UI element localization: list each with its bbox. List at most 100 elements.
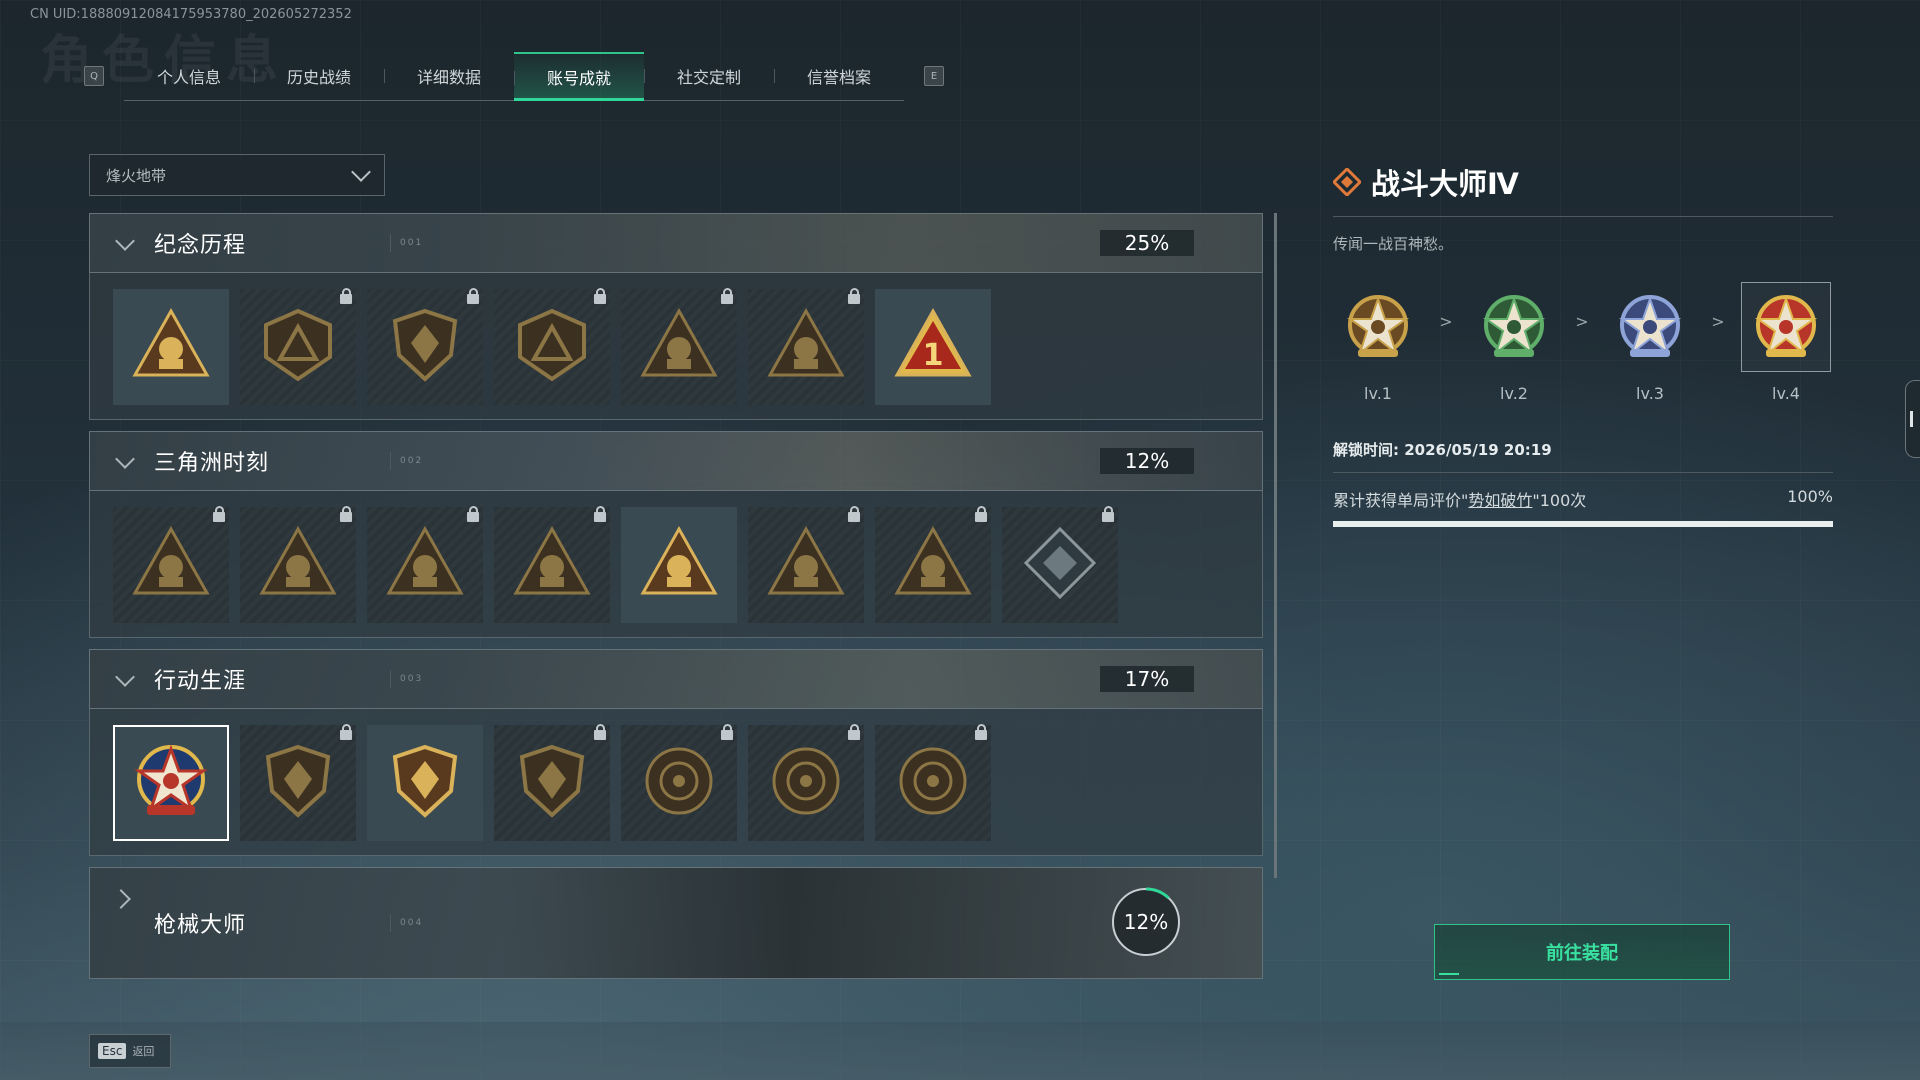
lock-icon	[848, 506, 860, 522]
delta-triangle-emblem-icon	[129, 303, 213, 391]
achievement-badge[interactable]	[494, 724, 610, 841]
achievement-badge[interactable]	[240, 506, 356, 623]
level-label: lv.4	[1772, 384, 1800, 403]
diamond-emblem-icon	[1333, 168, 1361, 196]
gem-triangle-icon	[510, 521, 594, 609]
detail-description: 传闻一战百神愁。	[1333, 235, 1454, 253]
achievement-badge[interactable]	[113, 289, 229, 405]
mode-dropdown-value: 烽火地带	[106, 166, 167, 185]
level-item[interactable]: lv.2	[1469, 282, 1559, 403]
backpack-triangle-icon	[129, 521, 213, 609]
tab-list: 个人信息 历史战绩 详细数据 账号成就 社交定制 信誉档案	[124, 51, 904, 101]
achievement-badge[interactable]	[621, 724, 737, 841]
achievement-category-list: 纪念历程 001 25% 1 三角洲时刻 002 12% 行动生涯 003 17% 枪械大师 004 1…	[89, 213, 1263, 990]
level-item[interactable]: lv.3	[1605, 282, 1695, 403]
requirement-suffix: "100次	[1532, 491, 1587, 510]
lock-icon	[467, 506, 479, 522]
achievement-section: 枪械大师 004 12%	[89, 867, 1263, 979]
achievement-badge[interactable]	[367, 725, 483, 841]
level-separator: >	[1575, 312, 1589, 331]
section-percent: 25%	[1100, 230, 1194, 256]
section-percent: 12%	[1123, 910, 1169, 934]
achievement-badge[interactable]	[494, 288, 610, 405]
level-item[interactable]: lv.1	[1333, 282, 1423, 403]
side-drawer-handle[interactable]	[1905, 380, 1920, 458]
mode-dropdown[interactable]: 烽火地带	[89, 154, 385, 196]
level-separator: >	[1711, 312, 1725, 331]
next-tab-key-hint[interactable]: E	[924, 66, 944, 86]
section-title: 纪念历程	[154, 233, 247, 258]
section-header[interactable]: 枪械大师 004 12%	[89, 867, 1263, 979]
achievement-badge[interactable]	[748, 506, 864, 623]
section-percent: 17%	[1100, 666, 1194, 692]
dragon-triangle-icon	[891, 521, 975, 609]
lock-icon	[340, 288, 352, 304]
list-scrollbar[interactable]	[1274, 213, 1277, 878]
level-star-badge-icon	[1469, 282, 1559, 372]
soldier-triangle-emblem-icon	[764, 303, 848, 391]
achievement-badge[interactable]	[1002, 506, 1118, 623]
svg-text:1: 1	[923, 338, 944, 373]
achievement-badge[interactable]	[367, 506, 483, 623]
lock-icon	[1102, 506, 1114, 522]
tab-3[interactable]: 账号成就	[514, 51, 644, 101]
achievement-badge[interactable]	[240, 288, 356, 405]
lock-icon	[340, 506, 352, 522]
tab-2[interactable]: 详细数据	[384, 52, 514, 100]
go-equip-button[interactable]: 前往装配	[1434, 924, 1730, 980]
achievement-badge[interactable]	[748, 288, 864, 405]
tab-4[interactable]: 社交定制	[644, 52, 774, 100]
level-separator: >	[1439, 312, 1453, 331]
achievement-badge[interactable]	[113, 725, 229, 841]
skull-circle-icon	[764, 739, 848, 827]
chevron-shield-icon	[256, 739, 340, 827]
requirement-progress-bar	[1333, 521, 1833, 527]
section-header[interactable]: 行动生涯 003 17%	[89, 649, 1263, 709]
unlock-time: 解锁时间: 2026/05/19 20:19	[1333, 441, 1552, 459]
tab-1[interactable]: 历史战绩	[254, 52, 384, 100]
requirement-prefix: 累计获得单局评价"	[1333, 491, 1469, 510]
level-progression: lv.1 > lv.2 > lv.3 > lv.4	[1333, 282, 1833, 403]
hex-shield-icon	[510, 739, 594, 827]
combat-master-star-icon	[129, 739, 213, 827]
achievement-badge[interactable]: 1	[875, 289, 991, 405]
lock-icon	[594, 724, 606, 740]
detail-title-row: 战斗大师Ⅳ	[1333, 160, 1833, 204]
detail-title: 战斗大师Ⅳ	[1371, 167, 1519, 201]
level-star-badge-icon	[1605, 282, 1695, 372]
helmet-circle-icon	[637, 739, 721, 827]
achievement-badge[interactable]	[621, 288, 737, 405]
achievement-badge[interactable]	[113, 506, 229, 623]
achievement-badge[interactable]	[494, 506, 610, 623]
section-title: 行动生涯	[154, 669, 247, 694]
squad-triangle-icon	[637, 521, 721, 609]
requirement-link[interactable]: 势如破竹	[1468, 491, 1532, 510]
skull-triangle-emblem-icon	[637, 303, 721, 391]
section-code: 004	[389, 914, 424, 932]
lock-icon	[975, 506, 987, 522]
achievement-badge[interactable]	[875, 506, 991, 623]
section-header[interactable]: 纪念历程 001 25%	[89, 213, 1263, 273]
dagger-shield-icon	[383, 739, 467, 827]
achievement-badge[interactable]	[240, 724, 356, 841]
achievement-badge[interactable]	[748, 724, 864, 841]
prev-tab-key-hint[interactable]: Q	[84, 66, 104, 86]
back-button[interactable]: Esc 返回	[89, 1034, 171, 1068]
section-code: 002	[389, 452, 424, 470]
level-label: lv.2	[1500, 384, 1528, 403]
eye-circle-icon	[891, 739, 975, 827]
soldier-kneel-triangle-icon	[383, 521, 467, 609]
lock-icon	[594, 506, 606, 522]
achievement-badge[interactable]	[875, 724, 991, 841]
tab-0[interactable]: 个人信息	[124, 52, 254, 100]
section-header[interactable]: 三角洲时刻 002 12%	[89, 431, 1263, 491]
level-item[interactable]: lv.4	[1741, 282, 1831, 403]
tab-5[interactable]: 信誉档案	[774, 52, 904, 100]
helicopter-emblem-icon	[256, 303, 340, 391]
lock-icon	[848, 288, 860, 304]
tab-bar: Q 个人信息 历史战绩 详细数据 账号成就 社交定制 信誉档案 E	[84, 51, 944, 101]
achievement-badge[interactable]	[621, 507, 737, 623]
level-star-badge-icon	[1333, 282, 1423, 372]
lock-icon	[721, 288, 733, 304]
achievement-badge[interactable]	[367, 288, 483, 405]
